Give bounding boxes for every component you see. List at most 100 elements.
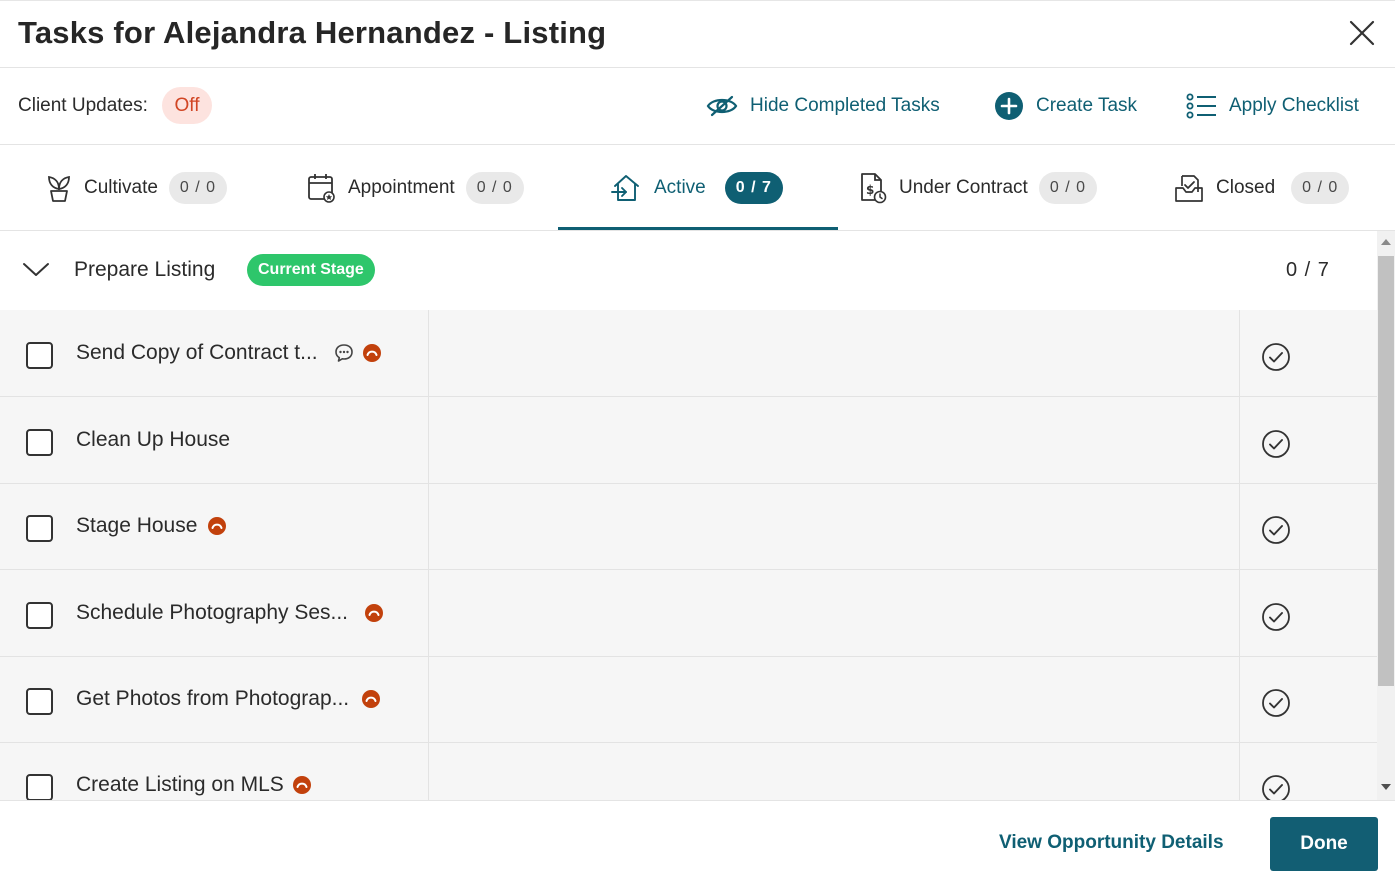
tab-label: Appointment [348, 177, 455, 198]
apply-checklist-label: Apply Checklist [1229, 95, 1359, 116]
task-checkbox[interactable] [26, 342, 53, 369]
table-row[interactable]: Send Copy of Contract t... [0, 310, 1377, 397]
task-name-text: Clean Up House [76, 428, 231, 451]
column-divider [1239, 656, 1240, 742]
tab-count-badge: 0 / 0 [168, 172, 228, 204]
tab-label: Under Contract [899, 177, 1028, 198]
column-divider [428, 310, 429, 396]
check-circle-icon [1262, 603, 1290, 631]
calendar-icon [308, 174, 335, 203]
check-circle-icon [1262, 516, 1290, 544]
eye-slash-icon [706, 95, 738, 117]
tab-under-contract[interactable]: $ Under Contract 0 / 0 [859, 145, 1097, 231]
client-updates-toggle[interactable]: Off [162, 87, 212, 124]
close-icon [1349, 20, 1375, 46]
task-name[interactable]: Schedule Photography Ses... [76, 601, 392, 625]
tab-count-badge: 0 / 0 [1291, 172, 1350, 204]
tab-count-badge: 0 / 0 [1038, 172, 1097, 204]
task-name-text: Create Listing on MLS [76, 773, 284, 796]
table-row[interactable]: Clean Up House [0, 397, 1377, 484]
chevron-down-icon [23, 263, 49, 276]
column-divider [1239, 742, 1240, 800]
comment-icon[interactable] [334, 343, 354, 363]
view-opportunity-details-link[interactable]: View Opportunity Details [999, 832, 1224, 854]
stage-task-count: 0 / 7 [1286, 259, 1330, 281]
tab-cultivate[interactable]: Cultivate 0 / 0 [46, 145, 228, 231]
scrollbar-thumb[interactable] [1378, 256, 1394, 686]
current-stage-badge: Current Stage [247, 254, 375, 286]
plus-circle-icon [995, 92, 1023, 120]
active-tab-indicator [558, 227, 838, 230]
tab-count-badge: 0 / 0 [465, 172, 524, 204]
scroll-up-arrow[interactable] [1381, 239, 1391, 245]
column-divider [1239, 483, 1240, 569]
task-checkbox[interactable] [26, 429, 53, 456]
create-task-label: Create Task [1036, 95, 1138, 116]
modal-header: Tasks for Alejandra Hernandez - Listing [0, 0, 1395, 68]
column-divider [428, 397, 429, 483]
tab-appointment[interactable]: Appointment 0 / 0 [307, 145, 524, 231]
task-checkbox[interactable] [26, 774, 53, 800]
table-row[interactable]: Schedule Photography Ses... [0, 570, 1377, 657]
checklist-icon [1186, 93, 1216, 119]
task-name[interactable]: Get Photos from Photograp... [76, 687, 389, 711]
closed-box-icon [1175, 175, 1203, 202]
apply-checklist-button[interactable]: Apply Checklist [1186, 90, 1359, 122]
task-name-text: Stage House [76, 514, 198, 537]
svg-text:$: $ [866, 183, 874, 197]
mark-complete-button[interactable] [1261, 429, 1291, 464]
column-divider [428, 656, 429, 742]
mark-complete-button[interactable] [1261, 515, 1291, 550]
check-circle-icon [1262, 430, 1290, 458]
done-button[interactable]: Done [1270, 817, 1378, 871]
task-name[interactable]: Create Listing on MLS [76, 773, 320, 797]
overdue-alert-icon [361, 689, 381, 709]
task-name-text: Schedule Photography Ses... [76, 601, 349, 624]
toolbar: Client Updates: Off Hide Completed Tasks… [0, 68, 1395, 145]
task-name-text: Get Photos from Photograp... [76, 687, 350, 710]
tab-label: Active [654, 177, 706, 198]
hide-completed-tasks-button[interactable]: Hide Completed Tasks [706, 90, 940, 122]
task-name[interactable]: Send Copy of Contract t... [76, 341, 390, 365]
hide-completed-tasks-label: Hide Completed Tasks [750, 95, 940, 116]
stage-header: Prepare Listing Current Stage 0 / 7 [0, 231, 1377, 310]
create-task-button[interactable]: Create Task [994, 90, 1137, 122]
scrollbar[interactable] [1377, 231, 1395, 800]
task-checkbox[interactable] [26, 688, 53, 715]
contract-dollar-icon: $ [861, 173, 887, 204]
table-row[interactable]: Create Listing on MLS [0, 742, 1377, 800]
mark-complete-button[interactable] [1261, 774, 1291, 800]
scroll-down-arrow[interactable] [1381, 784, 1391, 790]
task-name[interactable]: Clean Up House [76, 428, 230, 452]
task-name[interactable]: Stage House [76, 514, 235, 538]
overdue-alert-icon [362, 343, 382, 363]
column-divider [428, 570, 429, 656]
mark-complete-button[interactable] [1261, 342, 1291, 377]
column-divider [428, 742, 429, 800]
check-circle-icon [1262, 775, 1290, 800]
tab-active[interactable]: Active 0 / 7 [611, 145, 783, 231]
table-row[interactable]: Stage House [0, 483, 1377, 570]
overdue-alert-icon [292, 775, 312, 795]
task-checkbox[interactable] [26, 515, 53, 542]
stage-name: Prepare Listing [74, 258, 216, 281]
client-updates-label: Client Updates: [18, 95, 148, 116]
collapse-stage-button[interactable] [22, 261, 50, 284]
overdue-alert-icon [207, 516, 227, 536]
table-row[interactable]: Get Photos from Photograp... [0, 656, 1377, 743]
column-divider [1239, 310, 1240, 396]
mark-complete-button[interactable] [1261, 688, 1291, 723]
tab-closed[interactable]: Closed 0 / 0 [1174, 145, 1350, 231]
check-circle-icon [1262, 689, 1290, 717]
tab-count-badge: 0 / 7 [724, 172, 783, 204]
column-divider [1239, 570, 1240, 656]
task-list: Send Copy of Contract t... Clean Up Hous… [0, 310, 1377, 800]
task-checkbox[interactable] [26, 602, 53, 629]
mark-complete-button[interactable] [1261, 602, 1291, 637]
house-arrow-icon [611, 175, 639, 201]
tab-label: Closed [1216, 177, 1276, 198]
task-name-text: Send Copy of Contract t... [76, 341, 318, 364]
column-divider [1239, 397, 1240, 483]
sprout-icon [48, 175, 70, 202]
close-button[interactable] [1346, 17, 1378, 49]
